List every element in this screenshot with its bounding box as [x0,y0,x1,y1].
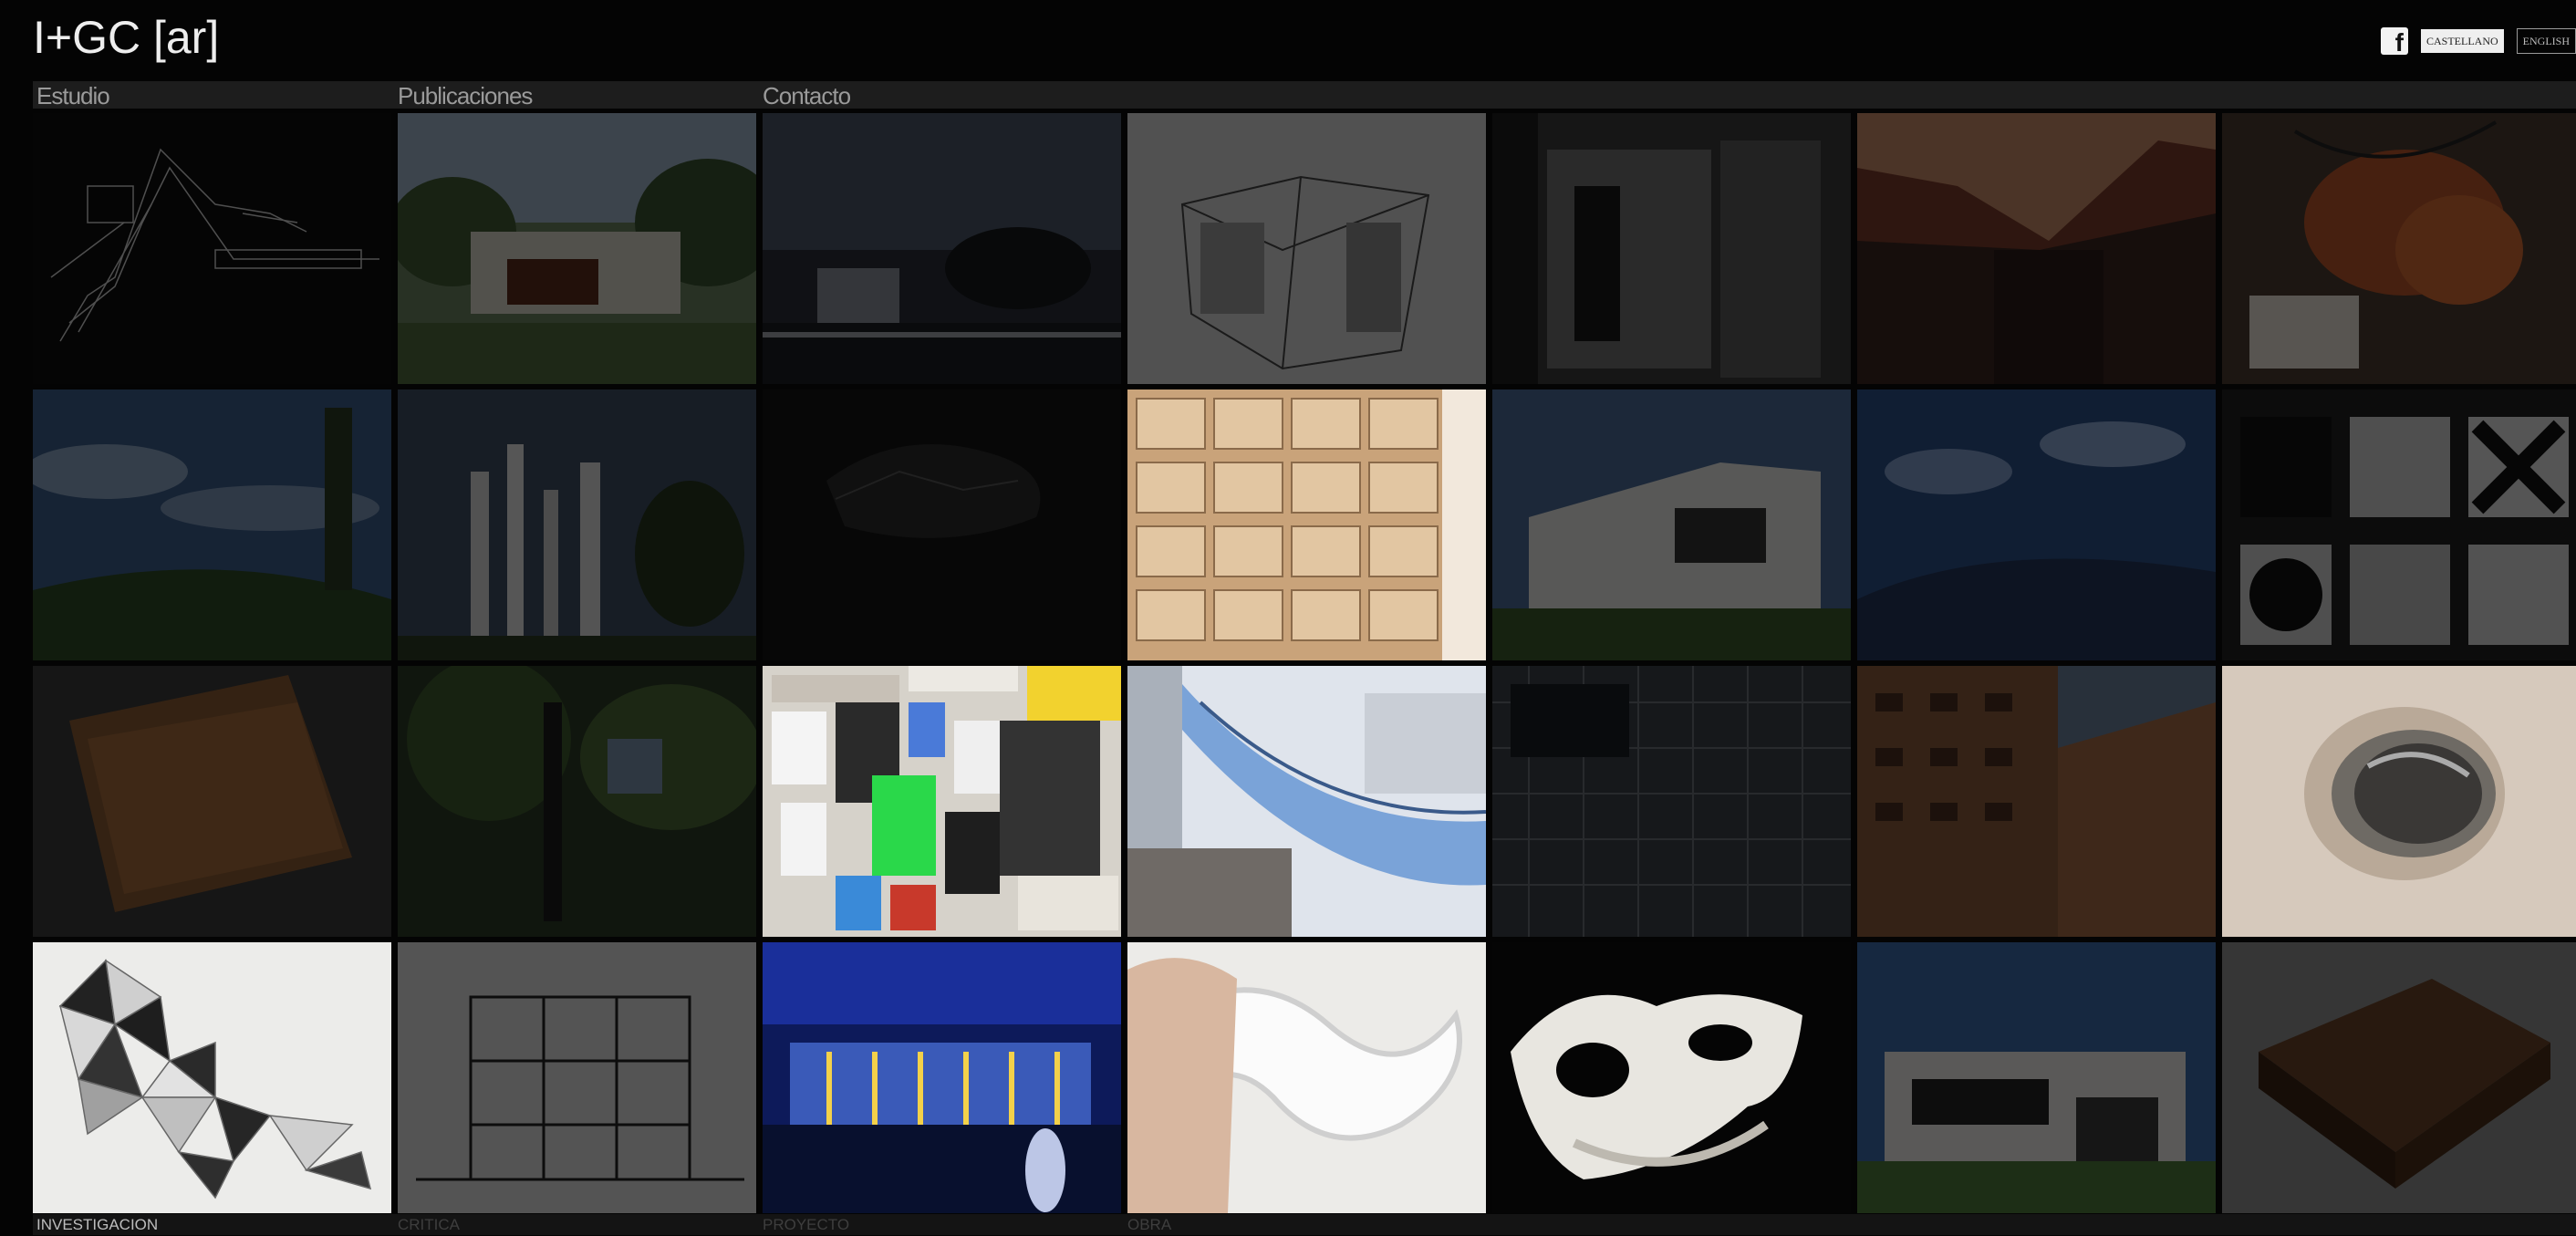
category-bar: INVESTIGACION CRITICA PROYECTO OBRA [33,1214,2576,1235]
nav-estudio[interactable]: Estudio [36,81,110,109]
tile-white-house[interactable] [1492,389,1851,660]
tile-red-sky[interactable] [1857,113,2216,384]
tile-pattern-diagram[interactable] [2222,389,2576,660]
tile-dark-cloud[interactable] [763,389,1121,660]
header-actions: f CASTELLANO ENGLISH [2381,27,2576,55]
category-critica[interactable]: CRITICA [398,1214,460,1236]
tile-wood-block[interactable] [2222,942,2576,1213]
site-logo[interactable]: I+GC [ar] [33,5,219,69]
facebook-icon[interactable]: f [2381,27,2408,55]
tile-brick-building[interactable] [1857,666,2216,937]
tile-ceramic-tube[interactable] [2222,666,2576,937]
tile-modern-house[interactable] [1857,942,2216,1213]
main-nav: Estudio Publicaciones Contacto [33,81,2576,109]
tile-foam-sculpture[interactable] [1492,942,1851,1213]
language-english[interactable]: ENGLISH [2516,28,2576,54]
tile-trees[interactable] [398,666,756,937]
tile-sky-hill[interactable] [33,389,391,660]
tile-grid-diagram[interactable] [33,113,391,384]
tile-elevation-drawing[interactable] [398,942,756,1213]
tile-blue-canopy[interactable] [1127,666,1486,937]
tile-night-facade[interactable] [763,942,1121,1213]
tile-triangle-panels[interactable] [33,942,391,1213]
category-obra[interactable]: OBRA [1127,1214,1171,1236]
nav-contacto[interactable]: Contacto [763,81,851,109]
tile-white-ribbon[interactable] [1127,942,1486,1213]
tile-orange-installation[interactable] [2222,113,2576,384]
category-proyecto[interactable]: PROYECTO [763,1214,849,1236]
tile-cardboard-modules[interactable] [1127,389,1486,660]
language-castellano[interactable]: CASTELLANO [2421,29,2504,53]
tile-house-photo[interactable] [398,113,756,384]
tile-brown-book[interactable] [33,666,391,937]
tile-corkboard-posters[interactable] [763,666,1121,937]
tile-interior-photo[interactable] [1492,113,1851,384]
project-gallery [33,113,2576,1213]
category-investigacion[interactable]: INVESTIGACION [36,1214,158,1236]
tile-night-landscape[interactable] [763,113,1121,384]
tile-model-sketch[interactable] [1127,113,1486,384]
tile-blue-sky[interactable] [1857,389,2216,660]
nav-publicaciones[interactable]: Publicaciones [398,81,533,109]
tile-tower-drawing[interactable] [398,389,756,660]
tile-lattice-facade[interactable] [1492,666,1851,937]
